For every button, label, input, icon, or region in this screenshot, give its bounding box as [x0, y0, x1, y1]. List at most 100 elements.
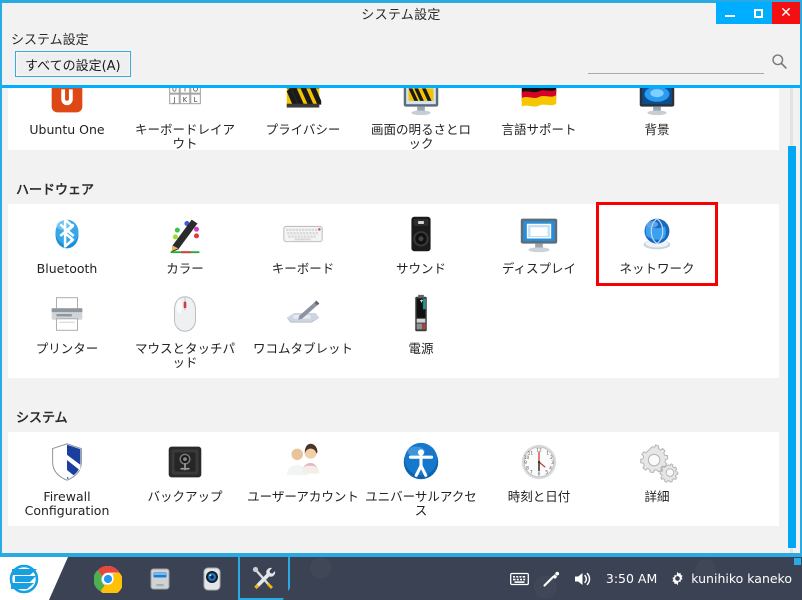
color-icon: [161, 210, 209, 258]
brightness-lock-icon: [403, 88, 439, 116]
settings-tile-universal-access[interactable]: ユニバーサルアクセス: [362, 432, 480, 526]
icon-row: プリンター マウスとタッチパッド ワコムタブレット 電源: [8, 284, 779, 378]
system-settings-window: システム設定 ✕ システム設定 すべての設定(A) Ubuntu One U I…: [0, 0, 802, 555]
scrollbar-thumb[interactable]: [788, 146, 796, 548]
search-icon[interactable]: [771, 53, 788, 70]
settings-tile-sound[interactable]: サウンド: [362, 204, 480, 284]
tray-keyboard[interactable]: [509, 572, 529, 586]
settings-tile-label: プリンター: [35, 341, 99, 356]
settings-tile-label: プライバシー: [265, 122, 341, 137]
settings-tile-label: ユニバーサルアクセス: [365, 489, 477, 518]
toolbar: システム設定 すべての設定(A): [2, 24, 800, 88]
keyboard-tray-icon: [509, 572, 529, 585]
language-support-icon: [515, 88, 563, 120]
settings-tile-label: 言語サポート: [501, 122, 577, 137]
settings-tile-label: 画面の明るさとロック: [370, 122, 471, 151]
tray-pen[interactable]: [542, 570, 560, 588]
minimize-button[interactable]: [716, 2, 744, 24]
backup-icon: [168, 446, 202, 478]
taskbar-item-webcam-app[interactable]: [186, 557, 238, 600]
settings-tile-privacy[interactable]: プライバシー: [244, 88, 362, 150]
settings-tile-printer[interactable]: プリンター: [8, 284, 126, 378]
settings-tile-details[interactable]: 詳細: [598, 432, 716, 526]
svg-text:L: L: [194, 96, 198, 104]
taskbar-item-file-manager[interactable]: [134, 557, 186, 600]
window-controls: ✕: [716, 2, 800, 24]
settings-tile-bluetooth[interactable]: Bluetooth: [8, 204, 126, 284]
taskbar-item-chrome[interactable]: [82, 557, 134, 600]
tray-volume[interactable]: [573, 571, 593, 587]
settings-tile-label: ユーザーアカウント: [247, 489, 359, 504]
settings-tile-ubuntu-one[interactable]: Ubuntu One: [8, 88, 126, 150]
section-panel-personal-clipped: Ubuntu One U I O J K L キーボードレイアウト プライバシー 画面の明…: [8, 88, 779, 150]
settings-tile-keyboard-layout[interactable]: U I O J K L キーボードレイアウト: [126, 88, 244, 150]
file-manager-icon: [150, 568, 170, 589]
section-panel-system: Firewall Configuration バックアップ ユーザーアカウント …: [8, 432, 779, 526]
settings-scroll-area: Ubuntu One U I O J K L キーボードレイアウト プライバシー 画面の明…: [2, 88, 785, 553]
settings-tile-time-date[interactable]: 12 1 2 345 678 9 10 11 時刻と日付: [480, 432, 598, 526]
tray-session-menu[interactable]: kunihiko kaneko: [670, 571, 792, 586]
svg-text:J: J: [172, 96, 175, 104]
settings-tile-brightness-lock[interactable]: 画面の明るさとロック: [362, 88, 480, 150]
clock[interactable]: 3:50 AM: [606, 571, 657, 586]
settings-tile-keyboard[interactable]: キーボード: [244, 204, 362, 284]
ubuntu-one-icon: [51, 88, 83, 113]
settings-tile-background[interactable]: 背景: [598, 88, 716, 150]
privacy-icon: [279, 88, 327, 120]
user-accounts-icon: [279, 438, 327, 486]
settings-tile-display[interactable]: ディスプレイ: [480, 204, 598, 284]
icon-row: Ubuntu One U I O J K L キーボードレイアウト プライバシー 画面の明…: [8, 88, 779, 150]
chrome-icon: [94, 565, 122, 593]
settings-tile-label: 電源: [408, 341, 434, 356]
settings-tile-wacom-tablet[interactable]: ワコムタブレット: [244, 284, 362, 378]
keyboard-layout-icon: U I O JKL: [169, 88, 201, 105]
printer-icon: [51, 297, 83, 331]
settings-tile-color[interactable]: カラー: [126, 204, 244, 284]
settings-tile-power[interactable]: 電源: [362, 284, 480, 378]
settings-tile-network[interactable]: ネットワーク: [596, 202, 718, 286]
network-icon: [633, 210, 681, 258]
gear-tray-icon: [672, 571, 683, 586]
settings-content: Ubuntu One U I O J K L キーボードレイアウト プライバシー 画面の明…: [2, 88, 800, 553]
zorin-start-icon[interactable]: [0, 557, 68, 600]
system-tray: 3:50 AM kunihiko kaneko: [509, 570, 792, 588]
close-button[interactable]: ✕: [772, 2, 800, 24]
icon-row: Firewall Configuration バックアップ ユーザーアカウント …: [8, 432, 779, 526]
settings-tile-label: 詳細: [644, 489, 670, 504]
vertical-scrollbar[interactable]: [786, 88, 798, 553]
settings-tile-label: ディスプレイ: [501, 261, 577, 276]
settings-tile-user-accounts[interactable]: ユーザーアカウント: [244, 432, 362, 526]
maximize-button[interactable]: [744, 2, 772, 24]
firewall-icon: [43, 438, 91, 486]
svg-text:5: 5: [545, 470, 548, 476]
settings-tile-language-support[interactable]: 言語サポート: [480, 88, 598, 150]
taskbar-corner-indicator: [794, 558, 801, 565]
universal-access-icon: [403, 442, 439, 480]
settings-tile-label: Bluetooth: [36, 261, 98, 276]
settings-tile-label: ワコムタブレット: [252, 341, 353, 356]
printer-icon: [43, 290, 91, 338]
svg-text:6: 6: [538, 471, 541, 477]
time-date-icon: 1212 345 678 91011: [521, 444, 557, 480]
search-input[interactable]: [588, 50, 764, 74]
mouse-touchpad-icon: [161, 290, 209, 338]
user-accounts-icon: [286, 443, 320, 476]
all-settings-button[interactable]: すべての設定(A): [15, 51, 131, 77]
network-icon: [643, 217, 671, 250]
settings-tile-firewall[interactable]: Firewall Configuration: [8, 432, 126, 526]
ubuntu-one-icon: [43, 88, 91, 120]
wacom-tablet-icon: [286, 300, 320, 323]
svg-text:11: 11: [528, 450, 534, 456]
sound-icon: [397, 210, 445, 258]
username-label: kunihiko kaneko: [691, 571, 792, 586]
settings-tile-mouse-touchpad[interactable]: マウスとタッチパッド: [126, 284, 244, 378]
settings-tile-backup[interactable]: バックアップ: [126, 432, 244, 526]
svg-text:O: O: [193, 88, 198, 93]
window-title: システム設定: [361, 8, 441, 23]
language-support-icon: [521, 88, 557, 107]
system-tools-icon: [252, 566, 276, 589]
svg-text:7: 7: [530, 470, 533, 476]
taskbar-item-system-tools[interactable]: [238, 557, 290, 600]
bluetooth-icon: [43, 210, 91, 258]
settings-tile-label: バックアップ: [147, 489, 223, 504]
